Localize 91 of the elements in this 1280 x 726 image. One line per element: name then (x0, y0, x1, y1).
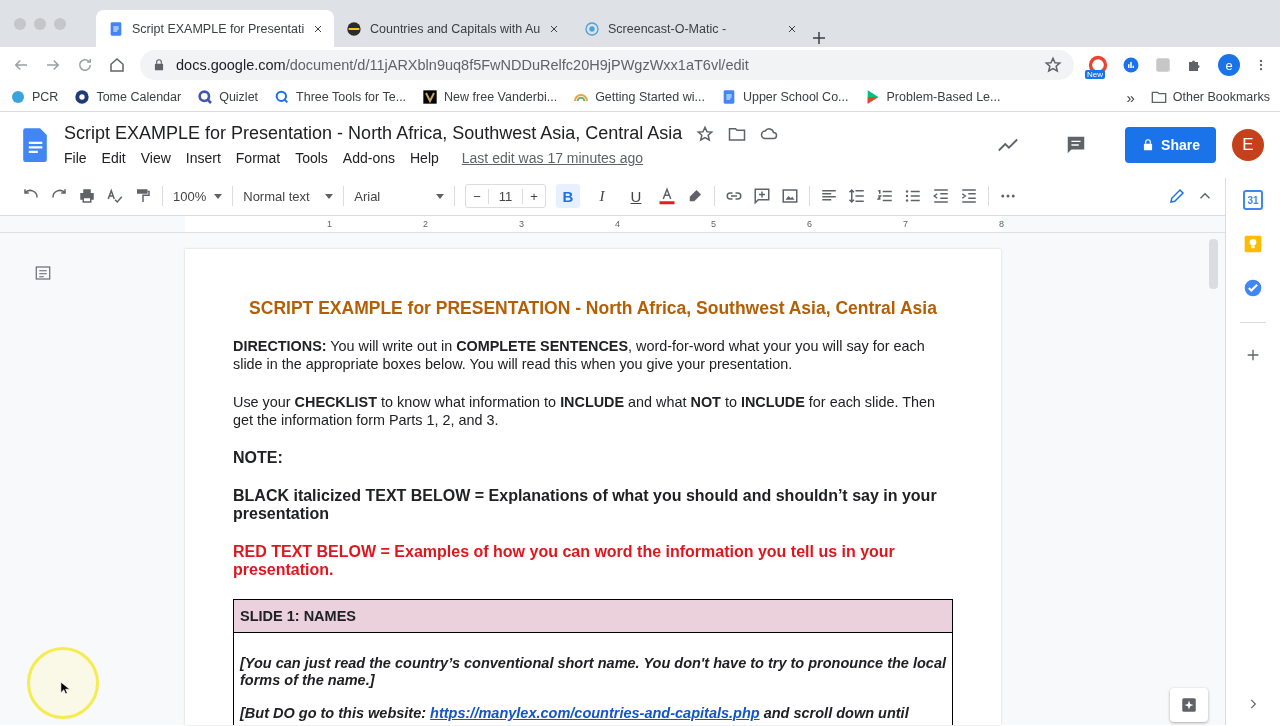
font-dropdown[interactable]: Arial (354, 188, 445, 204)
website-link[interactable]: https://manylex.com/countries-and-capitals.php (430, 705, 760, 721)
underline-button[interactable]: U (623, 184, 648, 208)
menu-item[interactable]: Add-ons (342, 150, 395, 166)
ruler-number: 5 (710, 218, 716, 231)
decrease-size-button[interactable]: − (466, 188, 488, 204)
docs-logo-icon[interactable] (22, 126, 48, 163)
bookmarks-overflow[interactable]: » (1126, 88, 1135, 106)
decrease-indent-icon[interactable] (931, 187, 950, 205)
paragraph: NOTE: (233, 449, 284, 467)
folder-icon[interactable] (1150, 89, 1167, 105)
menu-item[interactable]: Format (235, 150, 281, 166)
browser-tab[interactable]: Script EXAMPLE for Presentati (96, 10, 334, 47)
home-icon[interactable] (108, 56, 126, 74)
caret-icon (325, 193, 334, 199)
logo-icon[interactable] (422, 89, 439, 105)
last-edit-link[interactable]: Last edit was 17 minutes ago (461, 150, 644, 166)
bookmark[interactable]: Problem-Based Le... (886, 90, 1001, 104)
address-bar[interactable]: docs.google.com/document/d/11jARXbln9uq8f5FwNDDuRelfc20H9jPWgzWxx1aT6vl/edit (140, 50, 1074, 80)
text-color-icon[interactable] (657, 187, 676, 205)
document-title[interactable]: Script EXAMPLE for Presentation - North Africa, Southwest Asia, Central Asia (64, 123, 683, 144)
ruler-number: 4 (614, 218, 620, 231)
bookmark[interactable]: Quizlet (219, 90, 259, 104)
explore-button[interactable] (1170, 688, 1208, 722)
table-cell-text: [You can just read the country’s conventional short name. You don't have to try to pronounce the local forms of the name.] (240, 655, 946, 689)
explore-icon[interactable] (1180, 696, 1198, 714)
lock-icon[interactable] (152, 58, 166, 72)
bulleted-list-icon[interactable] (903, 187, 922, 205)
browser-tab[interactable]: Countries and Capitals with Au (334, 10, 572, 47)
italic-button[interactable]: I (589, 184, 614, 208)
menu-item[interactable]: View (140, 150, 171, 166)
editing-mode-icon[interactable] (1168, 187, 1186, 205)
ruler-number: 3 (518, 218, 524, 231)
image-icon[interactable] (780, 187, 799, 205)
increase-size-button[interactable]: + (523, 188, 545, 204)
print-icon[interactable] (78, 187, 96, 205)
mouse-cursor-icon[interactable] (58, 679, 72, 697)
outline-icon[interactable] (34, 264, 52, 282)
caret-icon (436, 193, 445, 199)
bookmark[interactable]: Three Tools for Te... (296, 90, 407, 104)
logo-icon[interactable] (74, 89, 91, 105)
table-cell-text: [But DO go to this website: https://manylex.com/countries-and-capitals.php and scroll down until (240, 705, 910, 722)
increase-indent-icon[interactable] (959, 187, 978, 205)
menu-item[interactable]: Edit (101, 150, 126, 166)
tasks-icon[interactable] (1243, 278, 1263, 298)
star-icon[interactable] (696, 124, 715, 143)
new-tab-icon[interactable] (810, 29, 828, 47)
paragraph: RED TEXT BELOW = Examples of how you can word the information you tell us in your presentation. (233, 543, 896, 579)
chart-extension-icon[interactable] (1122, 56, 1140, 74)
bookmark-folder[interactable]: Other Bookmarks (1172, 90, 1270, 104)
bookmark[interactable]: Upper School Co... (742, 90, 849, 104)
ruler-number: 1 (326, 218, 332, 231)
menu-item[interactable]: Tools (295, 150, 328, 166)
ruler-number: 6 (806, 218, 812, 231)
profile-avatar[interactable]: e (1218, 54, 1240, 76)
share-button[interactable]: Share (1125, 126, 1216, 163)
logo-icon[interactable] (197, 89, 214, 105)
bold-button[interactable]: B (555, 184, 580, 208)
add-comment-icon[interactable] (752, 187, 771, 205)
paint-format-icon[interactable] (134, 187, 152, 205)
paragraph: DIRECTIONS: You will write out in COMPLETE SENTENCES, word-for-word what your you will say for each slide in the appropriate boxes below. You will read this when you give your presentation. (233, 337, 926, 373)
spellcheck-icon[interactable] (106, 187, 124, 205)
account-avatar[interactable]: E (1232, 128, 1264, 161)
new-badge: New (1085, 70, 1105, 79)
menu-item[interactable]: File (64, 150, 87, 166)
font-size-field[interactable]: 11 (487, 188, 524, 204)
table-header: SLIDE 1: NAMES (234, 600, 952, 633)
reload-icon[interactable] (76, 56, 94, 74)
caret-icon (214, 193, 223, 199)
ruler-number: 8 (998, 218, 1004, 231)
search-icon[interactable] (274, 89, 291, 105)
ruler-number: 2 (422, 218, 428, 231)
add-icon[interactable] (1245, 347, 1261, 363)
line-spacing-icon[interactable] (847, 187, 866, 205)
bookmark[interactable]: Getting Started wi... (595, 90, 705, 104)
scrollbar-thumb[interactable] (1208, 239, 1218, 289)
bookmark[interactable]: PCR (32, 90, 59, 104)
menu-item[interactable]: Help (410, 150, 439, 166)
document-heading: SCRIPT EXAMPLE for PRESENTATION - North Africa, Southwest Asia, Central Asia (248, 299, 938, 317)
paragraph: BLACK italicized TEXT BELOW = Explanations of what you should and shouldn’t say in your presentation (233, 487, 938, 523)
menu-item[interactable]: Insert (185, 150, 221, 166)
paragraph: Use your CHECKLIST to know what information to INCLUDE and what NOT to INCLUDE for each slide. Then get the information form Parts 1, 2, and 3. (233, 393, 936, 429)
bookmark[interactable]: New free Vanderbi... (444, 90, 558, 104)
calendar-icon[interactable]: 31 (1243, 190, 1263, 210)
document-icon[interactable] (108, 20, 124, 37)
browser-tab[interactable]: Screencast-O-Matic - (572, 10, 810, 47)
star-icon[interactable] (1044, 56, 1062, 74)
bookmark[interactable]: Tome Calendar (96, 90, 182, 104)
zoom-dropdown[interactable]: 100% (173, 188, 223, 204)
ruler-number: 7 (902, 218, 908, 231)
style-dropdown[interactable]: Normal text (243, 188, 334, 204)
